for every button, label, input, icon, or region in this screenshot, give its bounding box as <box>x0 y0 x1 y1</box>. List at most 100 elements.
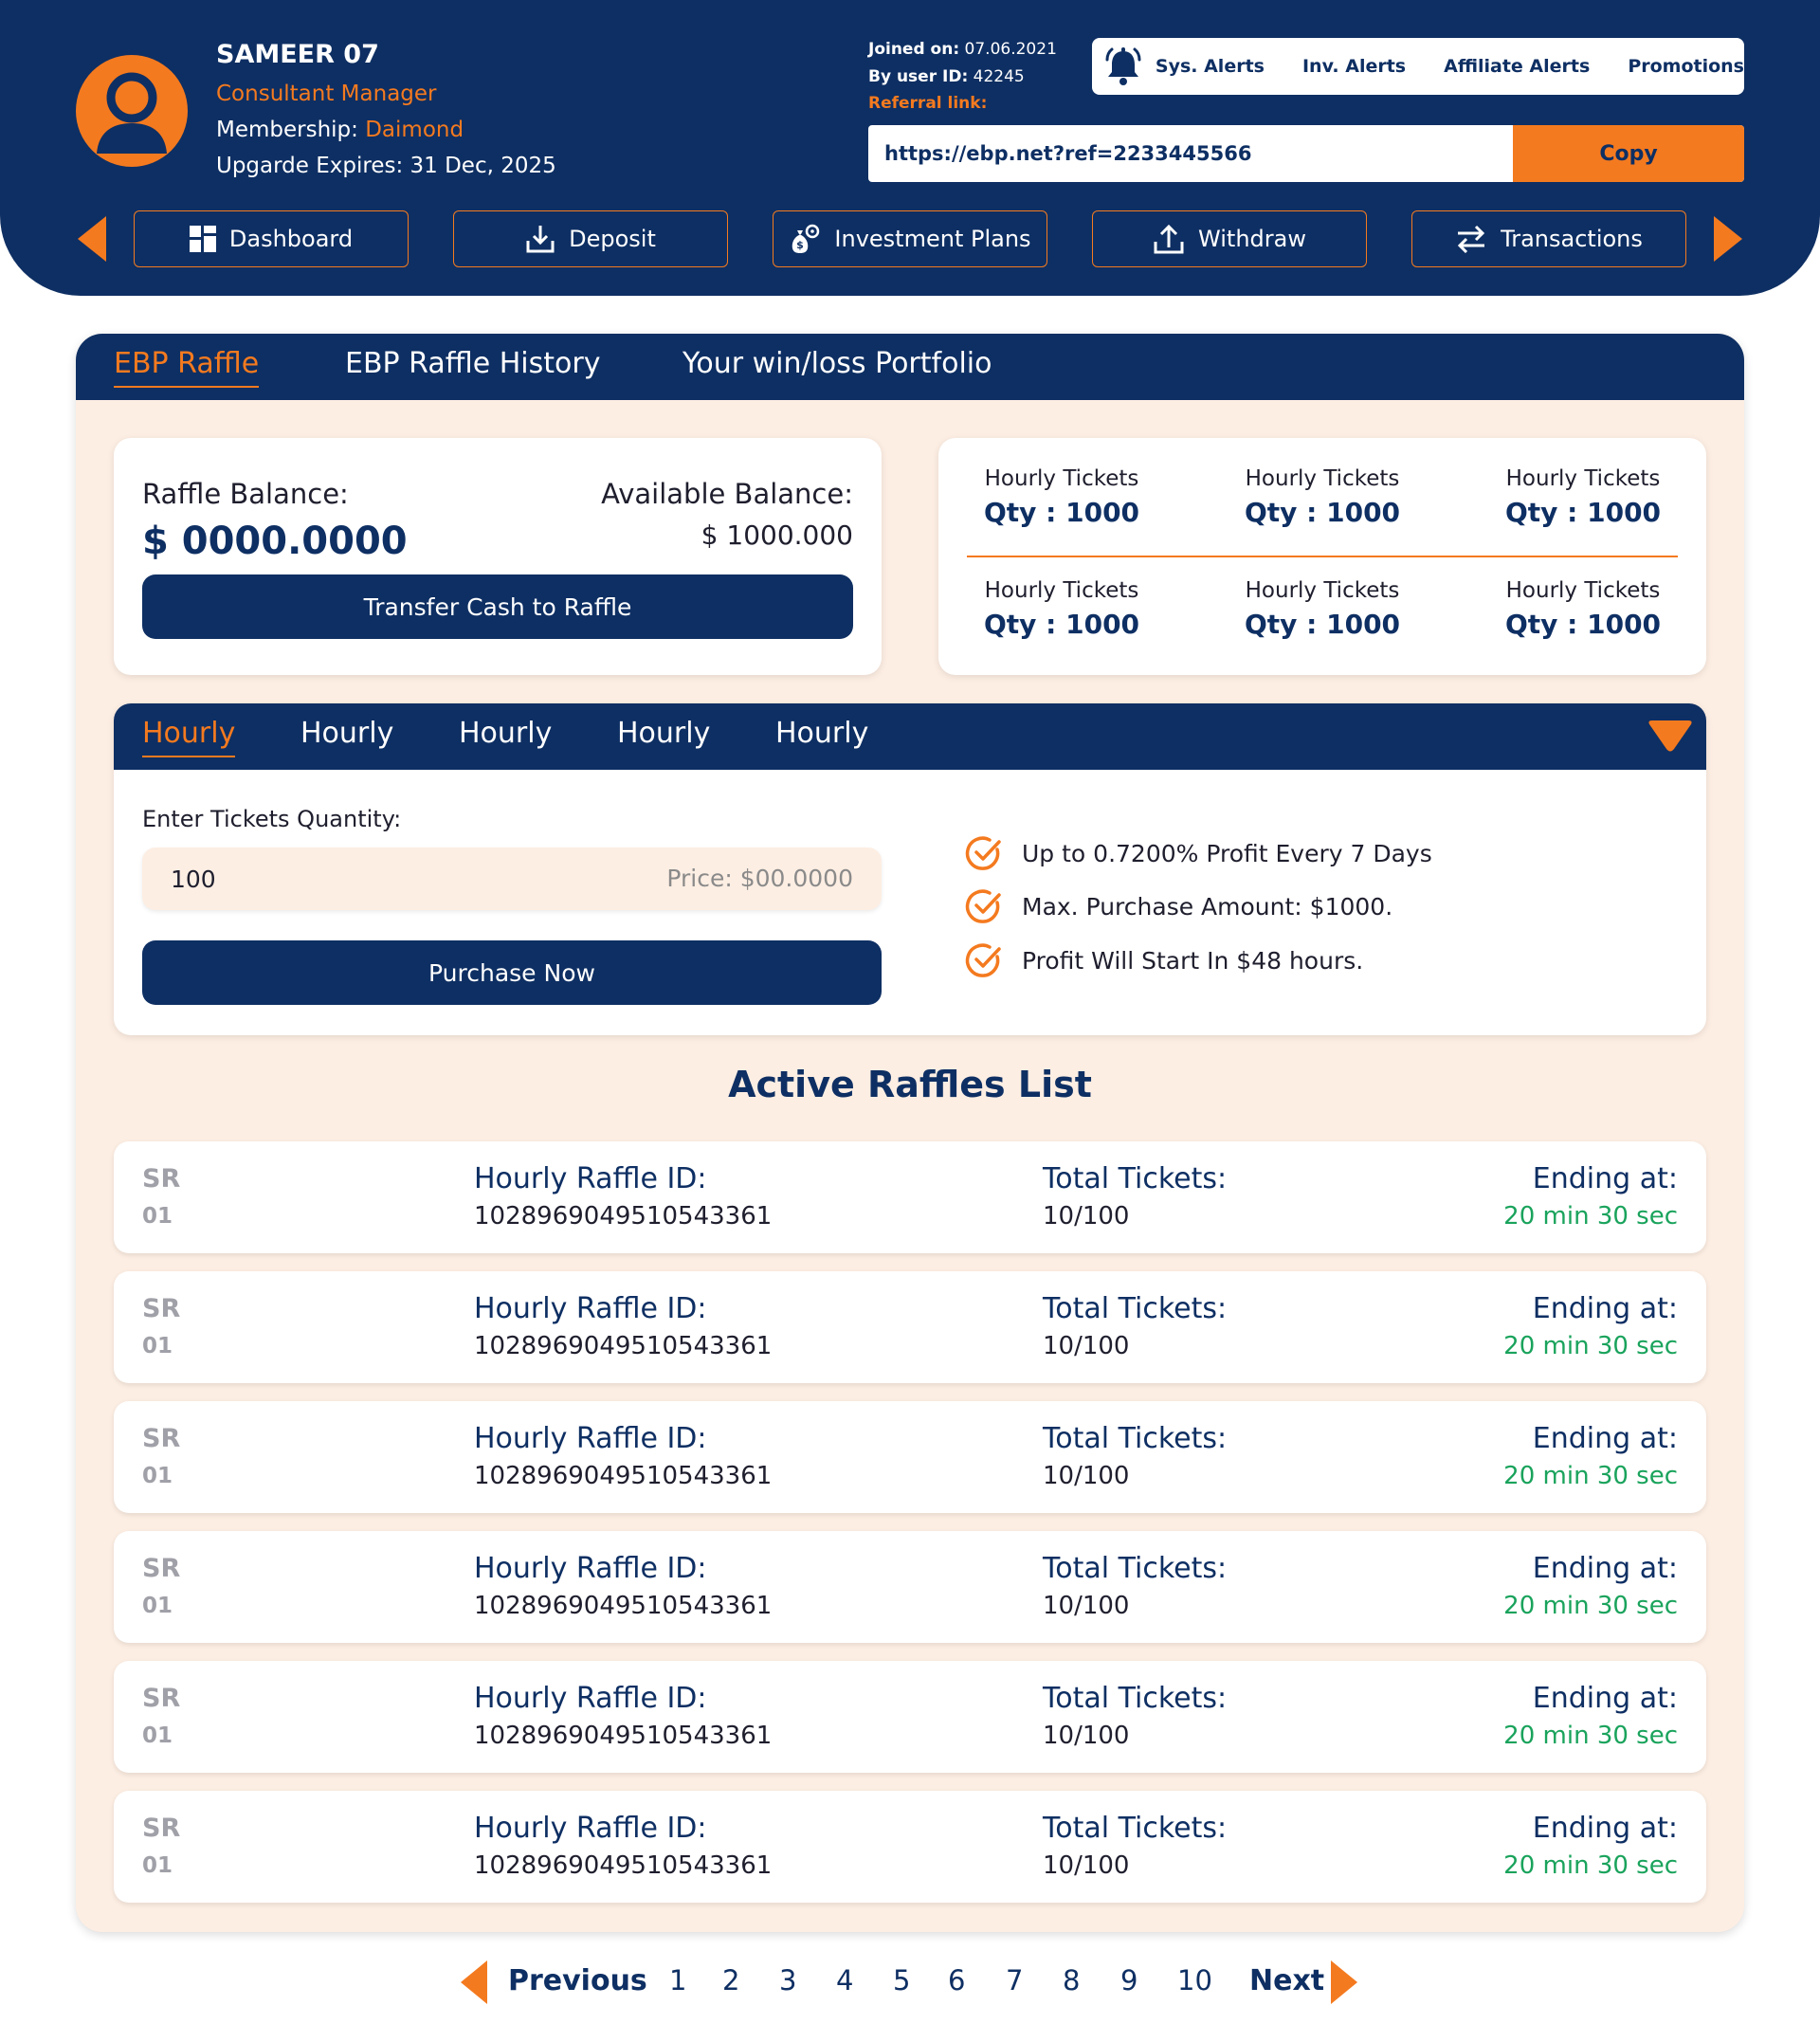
raffle-id-label: Hourly Raffle ID: <box>474 1812 707 1845</box>
raffle-id-value: 1028969049510543361 <box>474 1851 773 1880</box>
feature-text: Profit Will Start In $48 hours. <box>1022 946 1364 975</box>
total-tickets-value: 10/100 <box>1043 1592 1130 1620</box>
available-balance-value: $ 1000.000 <box>701 520 853 551</box>
active-raffles-list: SR 01 Hourly Raffle ID: 1028969049510543… <box>114 1141 1706 1921</box>
next-page-button[interactable]: Next <box>1249 1964 1324 1997</box>
tab-win-loss-portfolio[interactable]: Your win/loss Portfolio <box>682 347 992 380</box>
total-tickets-label: Total Tickets: <box>1043 1812 1228 1845</box>
table-row[interactable]: SR 01 Hourly Raffle ID: 1028969049510543… <box>114 1271 1706 1383</box>
raffle-balance-label: Raffle Balance: <box>142 478 349 510</box>
ticket-type-label: Hourly Tickets <box>1505 466 1661 491</box>
upload-icon <box>1154 224 1184 254</box>
referral-link-input[interactable] <box>868 125 1513 182</box>
row-sr-number: 01 <box>142 1464 173 1488</box>
ending-label: Ending at: <box>1532 1812 1678 1845</box>
total-tickets-label: Total Tickets: <box>1043 1682 1228 1715</box>
avatar[interactable] <box>76 55 188 167</box>
ending-countdown: 20 min 30 sec <box>1503 1592 1678 1620</box>
page-number[interactable]: 8 <box>1063 1964 1080 1996</box>
row-sr-number: 01 <box>142 1204 173 1229</box>
raffle-id-value: 1028969049510543361 <box>474 1462 773 1490</box>
total-tickets-value: 10/100 <box>1043 1851 1130 1880</box>
total-tickets-label: Total Tickets: <box>1043 1422 1228 1455</box>
nav-withdraw-button[interactable]: Withdraw <box>1092 210 1367 267</box>
nav-deposit-label: Deposit <box>569 226 656 252</box>
ticket-summary-item: Hourly Tickets Qty : 1000 <box>957 466 1166 528</box>
transfer-cash-button[interactable]: Transfer Cash to Raffle <box>142 574 853 639</box>
tab-hourly-4[interactable]: Hourly <box>617 717 710 750</box>
total-tickets-label: Total Tickets: <box>1043 1292 1228 1325</box>
tab-hourly-2[interactable]: Hourly <box>300 717 393 750</box>
alert-tab-sys[interactable]: Sys. Alerts <box>1156 56 1265 77</box>
next-arrow-icon[interactable] <box>1331 1960 1357 2004</box>
page-number[interactable]: 7 <box>1006 1964 1023 1996</box>
page-number[interactable]: 9 <box>1120 1964 1138 1996</box>
ending-label: Ending at: <box>1532 1552 1678 1585</box>
feature-item: Profit Will Start In $48 hours. <box>965 941 1363 979</box>
page-number[interactable]: 3 <box>779 1964 796 1996</box>
ticket-qty: Qty : 1000 <box>1504 609 1662 640</box>
tab-hourly-1[interactable]: Hourly <box>142 717 236 757</box>
alert-tab-promotions[interactable]: Promotions <box>1628 56 1744 77</box>
previous-page-button[interactable]: Previous <box>508 1964 647 1997</box>
bell-icon[interactable] <box>1092 38 1156 95</box>
purchase-now-button[interactable]: Purchase Now <box>142 940 882 1005</box>
page-number[interactable]: 1 <box>669 1964 686 1996</box>
nav-dashboard-button[interactable]: Dashboard <box>134 210 409 267</box>
feature-text: Max. Purchase Amount: $1000. <box>1022 892 1393 921</box>
page-number[interactable]: 5 <box>893 1964 910 1996</box>
copy-button[interactable]: Copy <box>1513 125 1744 182</box>
ending-countdown: 20 min 30 sec <box>1503 1202 1678 1231</box>
page-number[interactable]: 2 <box>722 1964 739 1996</box>
check-circle-icon <box>965 836 1001 870</box>
raffle-id-label: Hourly Raffle ID: <box>474 1552 707 1585</box>
tab-hourly-5[interactable]: Hourly <box>775 717 868 750</box>
ending-countdown: 20 min 30 sec <box>1503 1851 1678 1880</box>
row-sr-label: SR <box>142 1424 181 1453</box>
ticket-qty: Qty : 1000 <box>983 609 1140 640</box>
feature-item: Up to 0.7200% Profit Every 7 Days <box>965 834 1432 872</box>
row-sr-label: SR <box>142 1164 181 1194</box>
prev-arrow-icon[interactable] <box>461 1960 487 2004</box>
table-row[interactable]: SR 01 Hourly Raffle ID: 1028969049510543… <box>114 1791 1706 1903</box>
nav-transactions-button[interactable]: Transactions <box>1411 210 1686 267</box>
nav-investment-plans-button[interactable]: $ Investment Plans <box>773 210 1047 267</box>
upgrade-expires: Upgarde Expires: 31 Dec, 2025 <box>216 154 556 178</box>
referral-label: Referral link: <box>868 94 988 113</box>
joined-date: Joined on: 07.06.2021 <box>868 40 1057 59</box>
check-circle-icon <box>965 943 1001 977</box>
page-number[interactable]: 4 <box>836 1964 853 1996</box>
nav-withdraw-label: Withdraw <box>1198 226 1306 252</box>
ending-label: Ending at: <box>1532 1162 1678 1195</box>
page-number[interactable]: 10 <box>1177 1964 1212 1996</box>
table-row[interactable]: SR 01 Hourly Raffle ID: 1028969049510543… <box>114 1661 1706 1773</box>
tab-hourly-3[interactable]: Hourly <box>459 717 552 750</box>
swap-arrows-icon <box>1457 225 1485 253</box>
ticket-summary-item: Hourly Tickets Qty : 1000 <box>1479 466 1687 528</box>
nav-deposit-button[interactable]: Deposit <box>453 210 728 267</box>
ending-label: Ending at: <box>1532 1682 1678 1715</box>
quantity-input[interactable] <box>171 848 550 910</box>
grid-icon <box>189 226 216 252</box>
tab-ebp-raffle-history[interactable]: EBP Raffle History <box>345 347 600 380</box>
ticket-summary-item: Hourly Tickets Qty : 1000 <box>957 578 1166 640</box>
nav-next-arrow-icon[interactable] <box>1714 216 1742 262</box>
table-row[interactable]: SR 01 Hourly Raffle ID: 1028969049510543… <box>114 1141 1706 1253</box>
userid-value: 42245 <box>973 67 1025 86</box>
userid-label: By user ID: <box>868 67 969 86</box>
chevron-down-icon[interactable] <box>1647 720 1693 753</box>
ticket-qty: Qty : 1000 <box>1244 497 1401 528</box>
row-sr-number: 01 <box>142 1594 173 1618</box>
alert-tab-affiliate[interactable]: Affiliate Alerts <box>1444 56 1590 77</box>
joined-label: Joined on: <box>868 40 960 59</box>
nav-investment-plans-label: Investment Plans <box>834 226 1031 252</box>
nav-prev-arrow-icon[interactable] <box>78 216 106 262</box>
page-number[interactable]: 6 <box>948 1964 965 1996</box>
user-icon <box>97 72 167 154</box>
table-row[interactable]: SR 01 Hourly Raffle ID: 1028969049510543… <box>114 1401 1706 1513</box>
alert-tab-inv[interactable]: Inv. Alerts <box>1302 56 1406 77</box>
table-row[interactable]: SR 01 Hourly Raffle ID: 1028969049510543… <box>114 1531 1706 1643</box>
tab-ebp-raffle[interactable]: EBP Raffle <box>114 347 260 388</box>
raffle-id-value: 1028969049510543361 <box>474 1592 773 1620</box>
ticket-type-label: Hourly Tickets <box>1245 466 1400 491</box>
